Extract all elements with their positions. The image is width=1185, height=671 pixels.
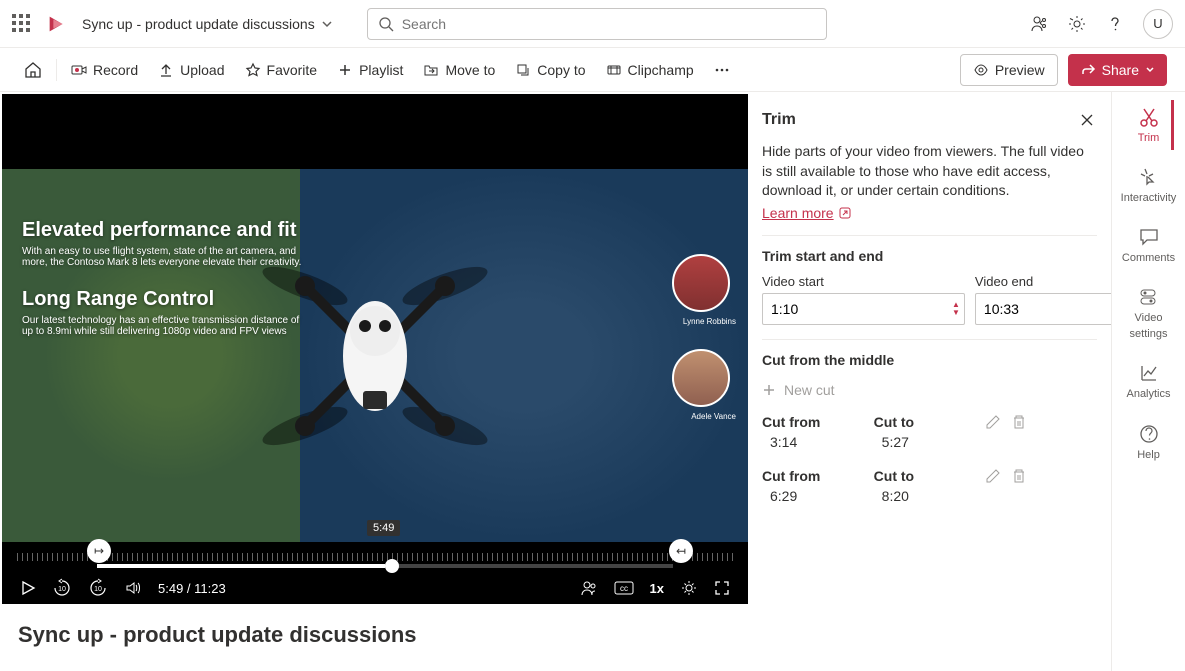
more-button[interactable] <box>708 58 736 82</box>
panel-heading: Trim <box>762 111 796 129</box>
toolbar: Record Upload Favorite Playlist Move to … <box>0 48 1185 92</box>
clipchamp-button[interactable]: Clipchamp <box>600 58 700 82</box>
participant-name-2: Adele Vance <box>691 412 736 421</box>
people-button[interactable] <box>580 579 598 597</box>
edit-cut-button[interactable] <box>985 468 1001 514</box>
edit-cut-button[interactable] <box>985 414 1001 460</box>
rail-analytics[interactable]: Analytics <box>1126 362 1170 400</box>
video-title: Sync up - product update discussions <box>0 606 750 648</box>
rail-interactivity[interactable]: Interactivity <box>1121 166 1177 204</box>
svg-text:10: 10 <box>58 586 66 593</box>
trim-section-heading: Trim start and end <box>762 248 1097 264</box>
search-box[interactable] <box>367 8 827 40</box>
seek-thumb[interactable] <box>385 559 399 573</box>
video-end-label: Video end <box>975 274 1111 289</box>
record-button[interactable]: Record <box>65 58 144 82</box>
favorite-button[interactable]: Favorite <box>239 58 324 82</box>
preview-button[interactable]: Preview <box>960 54 1058 86</box>
chevron-down-icon <box>321 18 333 30</box>
speed-button[interactable]: 1x <box>650 581 664 596</box>
cut-row-1: Cut from3:14 Cut to5:27 <box>762 410 1097 464</box>
panel-description: Hide parts of your video from viewers. T… <box>762 142 1097 201</box>
video-frame: Elevated performance and fit With an eas… <box>2 169 748 542</box>
participant-name-1: Lynne Robbins <box>683 317 736 326</box>
play-button[interactable] <box>20 580 36 596</box>
learn-more-link[interactable]: Learn more <box>762 205 852 221</box>
new-cut-button[interactable]: New cut <box>762 378 1097 402</box>
spinner-icon[interactable]: ▲▼ <box>952 301 960 317</box>
participant-avatar-2 <box>672 349 730 407</box>
cut-row-2: Cut from6:29 Cut to8:20 <box>762 464 1097 518</box>
home-button[interactable] <box>18 57 48 83</box>
settings-icon[interactable] <box>1067 14 1087 34</box>
forward-10-button[interactable]: 10 <box>88 578 108 598</box>
user-avatar[interactable]: U <box>1143 9 1173 39</box>
captions-button[interactable]: cc <box>614 580 634 596</box>
player-settings-button[interactable] <box>680 579 698 597</box>
participant-avatar-1 <box>672 254 730 312</box>
search-input[interactable] <box>402 16 816 32</box>
share-button[interactable]: Share <box>1068 54 1167 86</box>
upload-button[interactable]: Upload <box>152 58 230 82</box>
video-controls: 10 10 5:49 / 11:23 cc 1x <box>2 572 748 604</box>
rail-video-settings[interactable]: Videosettings <box>1130 286 1168 340</box>
video-start-input[interactable]: ▲▼ <box>762 293 965 325</box>
drone-graphic <box>245 226 505 486</box>
breadcrumb[interactable]: Sync up - product update discussions <box>82 16 333 32</box>
delete-cut-button[interactable] <box>1011 414 1027 460</box>
playlist-button[interactable]: Playlist <box>331 58 409 82</box>
trim-panel: Trim Hide parts of your video from viewe… <box>750 92 1111 671</box>
search-icon <box>378 16 394 32</box>
cut-section-heading: Cut from the middle <box>762 352 1097 368</box>
close-panel-button[interactable] <box>1077 110 1097 130</box>
time-display: 5:49 / 11:23 <box>158 581 226 596</box>
svg-text:10: 10 <box>94 586 102 593</box>
video-start-label: Video start <box>762 274 965 289</box>
app-launcher-icon[interactable] <box>12 14 32 34</box>
copyto-button[interactable]: Copy to <box>509 58 591 82</box>
app-header: Sync up - product update discussions U <box>0 0 1185 48</box>
trim-end-handle[interactable]: ↤ <box>669 539 693 563</box>
breadcrumb-title: Sync up - product update discussions <box>82 16 315 32</box>
volume-button[interactable] <box>124 579 142 597</box>
moveto-button[interactable]: Move to <box>417 58 501 82</box>
rail-comments[interactable]: Comments <box>1122 226 1175 264</box>
delete-cut-button[interactable] <box>1011 468 1027 514</box>
stream-logo-icon[interactable] <box>46 13 68 35</box>
trim-start-handle[interactable]: ↦ <box>87 539 111 563</box>
right-rail: Trim Interactivity Comments Videosetting… <box>1111 92 1185 671</box>
seek-tooltip: 5:49 <box>367 520 400 536</box>
help-icon[interactable] <box>1105 14 1125 34</box>
video-end-input[interactable]: ▲▼ <box>975 293 1111 325</box>
video-player[interactable]: Elevated performance and fit With an eas… <box>2 94 748 604</box>
seek-bar[interactable]: ↦ ↤ 5:49 <box>17 542 733 572</box>
svg-text:cc: cc <box>620 584 628 593</box>
person-share-icon[interactable] <box>1029 14 1049 34</box>
rail-trim[interactable]: Trim <box>1138 106 1160 144</box>
fullscreen-button[interactable] <box>714 580 730 596</box>
rail-help[interactable]: Help <box>1137 423 1160 461</box>
rewind-10-button[interactable]: 10 <box>52 578 72 598</box>
